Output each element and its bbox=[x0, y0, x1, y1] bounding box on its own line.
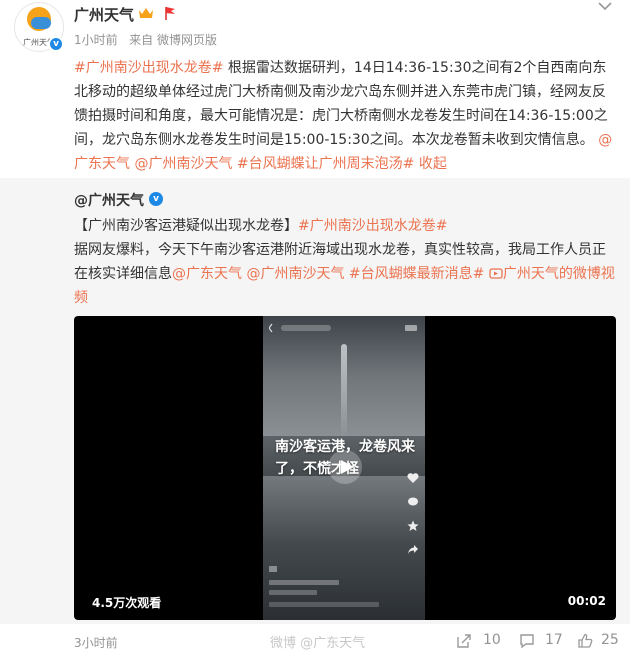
post-text: #广州南沙出现水龙卷# 根据雷达数据研判，14日14:36-15:30之间有2个… bbox=[74, 56, 618, 176]
repost-text: 【广州南沙客运港疑似出现水龙卷】#广州南沙出现水龙卷# 据网友爆料，今天下午南沙… bbox=[74, 214, 618, 310]
topic-tag[interactable]: #台风蝴蝶最新消息# bbox=[349, 266, 484, 282]
video-duration: 00:02 bbox=[567, 594, 606, 608]
verified-badge-icon: v bbox=[149, 192, 163, 206]
chevron-down-icon[interactable] bbox=[597, 0, 613, 12]
repost-user-name[interactable]: @广州天气 bbox=[74, 190, 144, 210]
user-name[interactable]: 广州天气 bbox=[74, 4, 134, 25]
video-player[interactable]: 南沙客运港，龙卷风来了，不慌才怪 4.5万次观看 00:02 bbox=[74, 316, 616, 620]
watermark: 微博 @广东天气 bbox=[270, 636, 366, 651]
view-count: 4.5万次观看 bbox=[92, 596, 162, 610]
play-button[interactable] bbox=[328, 450, 362, 484]
weibo-post: 广州天气 v 广州天气 1小时前 来自 微博网页版 #广州南沙出现水龙卷# 根据… bbox=[0, 0, 630, 661]
comment-icon bbox=[520, 634, 534, 649]
like-count: 25 bbox=[601, 632, 619, 648]
topic-tag[interactable]: #广州南沙出现水龙卷# bbox=[298, 218, 447, 234]
comment-count: 17 bbox=[545, 632, 563, 648]
video-side-actions bbox=[407, 466, 423, 562]
topic-tag[interactable]: #广州南沙出现水龙卷# bbox=[74, 60, 223, 76]
phone-status-bar bbox=[269, 323, 417, 333]
repost-box: @广州天气 v 【广州南沙客运港疑似出现水龙卷】#广州南沙出现水龙卷# 据网友爆… bbox=[0, 178, 630, 624]
post-source: 来自 微博网页版 bbox=[129, 33, 217, 47]
post-time[interactable]: 1小时前 bbox=[74, 33, 118, 47]
star-icon bbox=[407, 520, 419, 531]
verified-badge-icon: v bbox=[48, 36, 64, 52]
tornado-image bbox=[341, 344, 347, 436]
video-meta-overlay bbox=[269, 566, 379, 607]
comment-icon bbox=[408, 497, 418, 506]
play-icon bbox=[341, 460, 354, 474]
flag-icon bbox=[165, 7, 175, 20]
repost-count: 10 bbox=[483, 632, 501, 648]
cloud-icon bbox=[31, 17, 51, 29]
crown-icon bbox=[139, 8, 153, 18]
share-icon bbox=[408, 545, 418, 554]
repost-time[interactable]: 3小时前 bbox=[74, 634, 118, 651]
topic-tag[interactable]: #台风蝴蝶让广州周末泡汤# bbox=[237, 156, 414, 172]
video-link-icon bbox=[489, 268, 503, 279]
thumbs-up-icon bbox=[578, 633, 593, 648]
mention-link[interactable]: @广东天气 bbox=[172, 266, 242, 282]
collapse-link[interactable]: 收起 bbox=[419, 156, 447, 172]
repost-icon bbox=[457, 634, 471, 648]
mention-link[interactable]: @广州南沙天气 bbox=[246, 266, 344, 282]
mention-link[interactable]: @广州南沙天气 bbox=[134, 156, 232, 172]
heart-icon bbox=[407, 473, 419, 483]
repost-title: 【广州南沙客运港疑似出现水龙卷】 bbox=[74, 218, 298, 234]
post-meta: 1小时前 来自 微博网页版 bbox=[74, 31, 217, 48]
